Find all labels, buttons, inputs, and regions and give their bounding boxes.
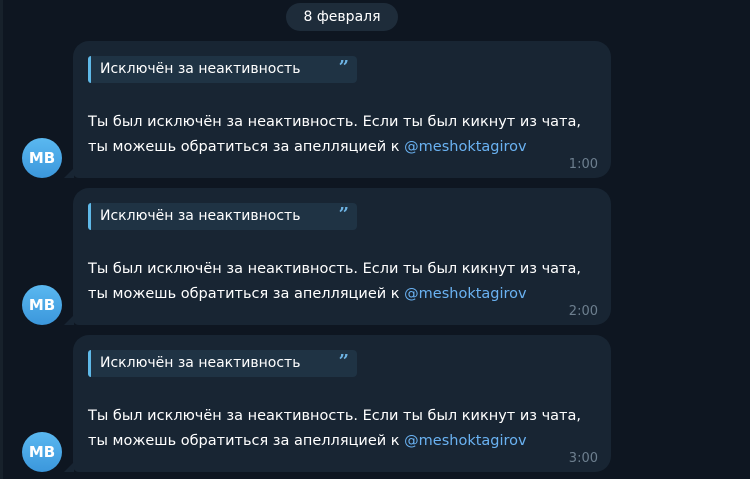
quote-block[interactable]: Исключён за неактивность ” — [88, 203, 357, 230]
quote-accent-bar — [88, 56, 91, 83]
quote-accent-bar — [88, 203, 91, 230]
message-bubble[interactable]: Исключён за неактивность ” Ты был исключ… — [73, 41, 611, 178]
date-separator: 8 февраля — [286, 3, 398, 31]
message-text: Ты был исключён за неактивность. Если ты… — [88, 404, 603, 454]
username-link[interactable]: @meshoktagirov — [404, 139, 526, 155]
message-text: Ты был исключён за неактивность. Если ты… — [88, 110, 603, 160]
quote-icon: ” — [338, 351, 349, 372]
quote-title: Исключён за неактивность — [100, 61, 301, 77]
bubble-tail — [64, 315, 74, 325]
message-text: Ты был исключён за неактивность. Если ты… — [88, 257, 603, 307]
quote-block[interactable]: Исключён за неактивность ” — [88, 56, 357, 83]
avatar[interactable]: MB — [22, 285, 62, 325]
message-bubble[interactable]: Исключён за неактивность ” Ты был исключ… — [73, 335, 611, 472]
quote-title: Исключён за неактивность — [100, 208, 301, 224]
avatar[interactable]: MB — [22, 138, 62, 178]
bubble-tail — [64, 462, 74, 472]
bubble-tail — [64, 168, 74, 178]
message-bubble[interactable]: Исключён за неактивность ” Ты был исключ… — [73, 188, 611, 325]
quote-accent-bar — [88, 350, 91, 377]
avatar[interactable]: MB — [22, 432, 62, 472]
quote-title: Исключён за неактивность — [100, 355, 301, 371]
quote-icon: ” — [338, 204, 349, 225]
quote-icon: ” — [338, 57, 349, 78]
message-time: 3:00 — [568, 451, 598, 466]
chat-left-border — [0, 0, 3, 479]
username-link[interactable]: @meshoktagirov — [404, 433, 526, 449]
message-time: 1:00 — [568, 157, 598, 172]
message-time: 2:00 — [568, 304, 598, 319]
quote-block[interactable]: Исключён за неактивность ” — [88, 350, 357, 377]
username-link[interactable]: @meshoktagirov — [404, 286, 526, 302]
